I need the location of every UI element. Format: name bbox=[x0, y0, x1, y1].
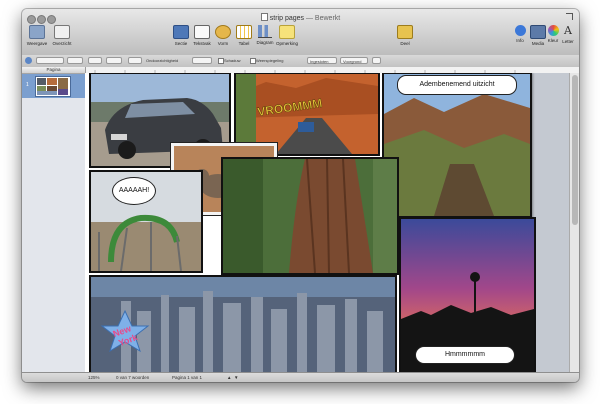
line-width-field[interactable] bbox=[88, 57, 102, 64]
overview-label: Overzicht bbox=[52, 41, 72, 46]
font-button[interactable]: A Letter bbox=[555, 24, 579, 45]
chart-icon bbox=[258, 25, 272, 38]
reflection-label: Weerspiegeling bbox=[256, 58, 284, 63]
page-thumbnails-sidebar: Pagina 1 bbox=[22, 67, 86, 372]
view-button[interactable]: Weergave bbox=[24, 25, 50, 46]
document-canvas: VROOMMM Adembenemend uitzicht AAAAAH! Hm… bbox=[85, 73, 579, 372]
app-window: strip pages — Bewerkt Weergave Overzicht… bbox=[22, 9, 579, 382]
opacity-label: Ondoorzichtigheid bbox=[146, 58, 179, 63]
style-select[interactable] bbox=[36, 57, 64, 64]
share-button[interactable]: Deel bbox=[392, 25, 418, 46]
speech-bubble-sunset-text: Hmmmmmm bbox=[444, 351, 486, 358]
speech-bubble-scream[interactable]: AAAAAH! bbox=[112, 177, 156, 205]
opacity-field[interactable] bbox=[192, 57, 212, 64]
fullscreen-icon[interactable] bbox=[566, 13, 573, 20]
view-label: Weergave bbox=[26, 41, 48, 46]
page-thumbnail[interactable] bbox=[35, 76, 71, 97]
font-icon: A bbox=[564, 24, 572, 37]
nav-back-button[interactable] bbox=[25, 57, 32, 64]
line-color-well[interactable] bbox=[106, 57, 122, 64]
window-title: strip pages — Bewerkt bbox=[22, 13, 579, 22]
zoom-level[interactable]: 125% bbox=[88, 375, 100, 380]
photo-redwood[interactable] bbox=[221, 157, 399, 275]
comment-button[interactable]: Opmerking bbox=[274, 25, 300, 46]
chart-label: Diagram bbox=[256, 40, 274, 45]
wrap-select[interactable]: Ingesloten bbox=[307, 57, 337, 64]
edited-status: — Bewerkt bbox=[305, 15, 341, 22]
status-bar: 125% 0 van 7 woorden Pagina 1 van 1 ▲ ▼ bbox=[22, 372, 579, 382]
shape-label: Vorm bbox=[217, 41, 229, 46]
photo-new-york[interactable]: New York bbox=[89, 275, 397, 372]
page-nav-down-icon[interactable]: ▼ bbox=[234, 375, 238, 380]
arrange-button[interactable] bbox=[372, 57, 381, 64]
share-icon bbox=[397, 25, 413, 39]
speech-bubble-view-text: Adembenemend uitzicht bbox=[419, 81, 495, 88]
word-count: 0 van 7 woorden bbox=[116, 375, 150, 380]
page-number: 1 bbox=[26, 82, 29, 88]
info-icon bbox=[514, 25, 526, 36]
table-label: Tabel bbox=[238, 41, 250, 46]
shadow-label: Schaduw bbox=[224, 58, 241, 63]
front-select[interactable]: Voorgrond bbox=[340, 57, 368, 64]
speech-bubble-view[interactable]: Adembenemend uitzicht bbox=[397, 75, 517, 95]
stroke-select[interactable] bbox=[67, 57, 83, 64]
view-icon bbox=[29, 25, 45, 39]
speech-bubble-scream-text: AAAAAH! bbox=[118, 187, 150, 194]
document-icon bbox=[260, 13, 268, 21]
share-label: Deel bbox=[400, 41, 410, 46]
title-toolbar: strip pages — Bewerkt Weergave Overzicht… bbox=[22, 9, 579, 56]
page-thumbnail-item[interactable]: 1 bbox=[22, 74, 85, 98]
section-icon bbox=[173, 25, 189, 39]
table-icon bbox=[236, 25, 252, 39]
font-label: Letter bbox=[562, 39, 574, 44]
speech-bubble-sunset[interactable]: Hmmmmmm bbox=[415, 346, 515, 364]
comment-label: Opmerking bbox=[275, 41, 298, 46]
document-name: strip pages bbox=[269, 15, 305, 22]
info-label: Info bbox=[516, 38, 524, 43]
shape-icon bbox=[215, 25, 231, 39]
sidebar-header: Pagina bbox=[22, 67, 85, 74]
textbox-label: Tekstvak bbox=[193, 41, 211, 46]
page-nav-up-icon[interactable]: ▲ bbox=[227, 375, 231, 380]
overview-icon bbox=[54, 25, 70, 39]
textbox-icon bbox=[194, 25, 210, 39]
page-indicator: Pagina 1 van 1 bbox=[172, 375, 203, 380]
overview-button[interactable]: Overzicht bbox=[49, 25, 75, 46]
comic-page: VROOMMM Adembenemend uitzicht AAAAAH! Hm… bbox=[85, 73, 536, 372]
vertical-scrollbar[interactable] bbox=[569, 73, 579, 372]
section-label: Sectie bbox=[174, 41, 188, 46]
wrap-value: Ingesloten bbox=[310, 59, 329, 64]
comment-icon bbox=[279, 25, 295, 39]
fill-color-well[interactable] bbox=[128, 57, 142, 64]
front-value: Voorgrond bbox=[343, 59, 362, 64]
scrollbar-thumb[interactable] bbox=[572, 75, 578, 225]
